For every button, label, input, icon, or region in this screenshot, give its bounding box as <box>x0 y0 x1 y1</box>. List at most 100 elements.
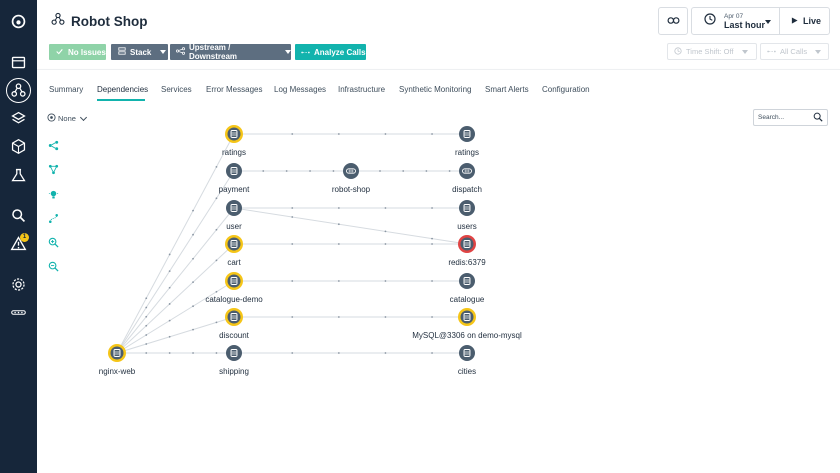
node-cities[interactable]: cities <box>458 345 476 376</box>
stack-label: Stack <box>130 47 152 57</box>
call-dot <box>379 170 381 172</box>
infrastructure-icon[interactable] <box>8 136 29 157</box>
node-label: nginx-web <box>99 367 136 376</box>
upstream-downstream-dropdown-button[interactable]: Upstream / Downstream <box>170 43 291 61</box>
call-dot <box>145 334 148 336</box>
call-dot <box>145 343 148 345</box>
time-range-text: Apr 07 Last hour <box>724 13 765 30</box>
call-dot <box>384 243 387 245</box>
chevron-down-icon <box>741 49 748 54</box>
tab-services[interactable]: Services <box>161 85 192 94</box>
call-dot <box>431 243 433 245</box>
node-label: user <box>226 222 242 231</box>
highlight-lightbulb-icon[interactable] <box>47 188 60 201</box>
call-dot <box>384 207 387 209</box>
tab-dependencies[interactable]: Dependencies <box>97 85 148 94</box>
time-range-picker[interactable]: Apr 07 Last hour <box>691 7 780 35</box>
call-dot <box>384 352 387 354</box>
node-ratings-svc[interactable]: ratings <box>222 125 246 157</box>
play-icon <box>791 16 798 26</box>
no-issues-button[interactable]: No Issues <box>49 44 106 60</box>
stack-dropdown-button[interactable]: Stack <box>111 44 168 60</box>
call-dot <box>285 170 288 172</box>
analyze-calls-button[interactable]: Analyze Calls <box>295 44 366 60</box>
all-calls-button[interactable]: All Calls <box>760 43 829 60</box>
dependency-graph[interactable]: ratings ratings payment robot-shop dispatch u… <box>37 101 840 473</box>
synthetics-icon[interactable] <box>8 165 29 186</box>
node-shipping[interactable]: shipping <box>219 345 249 376</box>
call-dot <box>215 352 218 354</box>
time-shift-label: Time Shift: Off <box>686 47 734 56</box>
nodes-layer: ratings ratings payment robot-shop dispatch u… <box>99 125 522 376</box>
route-path-icon[interactable] <box>47 212 60 225</box>
stack-icon <box>118 47 126 57</box>
node-circle <box>226 200 242 216</box>
dependency-flow-icon <box>176 47 185 57</box>
call-dot <box>192 281 194 284</box>
call-dot <box>337 223 340 226</box>
node-label: robot-shop <box>332 185 371 194</box>
time-shift-button[interactable]: Time Shift: Off <box>667 43 757 60</box>
grouping-dropdown[interactable]: None <box>47 113 87 124</box>
tab-error-messages[interactable]: Error Messages <box>206 85 262 94</box>
node-users[interactable]: users <box>457 200 477 231</box>
node-mysql[interactable]: MySQL@3306 on demo-mysql <box>412 308 522 340</box>
node-label: redis:6379 <box>448 258 486 267</box>
tab-bar: Summary Dependencies Services Error Mess… <box>37 69 840 101</box>
websites-icon[interactable] <box>8 52 29 73</box>
call-dot <box>337 243 340 245</box>
node-payment[interactable]: payment <box>219 163 250 194</box>
clock-icon <box>674 46 682 57</box>
call-dot <box>192 233 194 236</box>
layout-force-icon[interactable] <box>47 163 60 176</box>
node-catalogue[interactable]: catalogue <box>450 273 485 304</box>
node-circle <box>226 345 242 361</box>
tab-infrastructure[interactable]: Infrastructure <box>338 85 385 94</box>
platforms-icon[interactable] <box>8 108 29 129</box>
call-dot <box>215 165 218 168</box>
node-circle <box>227 274 241 288</box>
node-label: catalogue-demo <box>205 295 263 304</box>
node-dispatch[interactable]: dispatch <box>452 163 482 194</box>
node-circle <box>459 345 475 361</box>
call-dot <box>291 207 294 209</box>
call-dot <box>145 352 148 354</box>
node-label: shipping <box>219 367 249 376</box>
call-dot <box>337 316 340 318</box>
call-dot <box>309 170 311 172</box>
node-robot-shop[interactable]: robot-shop <box>332 163 371 194</box>
more-options-icon[interactable] <box>8 302 29 323</box>
tab-log-messages[interactable]: Log Messages <box>274 85 326 94</box>
alert-count-badge: 1 <box>20 233 29 242</box>
dependency-map[interactable]: ratings ratings payment robot-shop dispatch u… <box>37 101 840 473</box>
no-issues-label: No Issues <box>68 47 106 57</box>
call-dot <box>145 315 148 318</box>
node-label: payment <box>219 185 250 194</box>
call-dot <box>431 207 433 209</box>
zoom-out-icon[interactable] <box>47 260 60 273</box>
node-catalogue-demo[interactable]: catalogue-demo <box>205 272 263 304</box>
node-ratings-db[interactable]: ratings <box>455 126 479 157</box>
call-dot <box>168 270 171 272</box>
node-label: ratings <box>222 148 246 157</box>
clock-icon <box>704 12 716 30</box>
node-redis[interactable]: redis:6379 <box>448 235 486 267</box>
tab-summary[interactable]: Summary <box>49 85 83 94</box>
call-dot <box>215 321 218 324</box>
applications-icon[interactable] <box>6 78 31 103</box>
share-link-button[interactable] <box>658 7 688 35</box>
node-label: cities <box>458 367 476 376</box>
node-discount[interactable]: discount <box>219 308 250 340</box>
node-cart[interactable]: cart <box>225 235 243 267</box>
live-button[interactable]: Live <box>779 7 830 35</box>
analytics-search-icon[interactable] <box>8 205 29 226</box>
zoom-in-icon[interactable] <box>47 236 60 249</box>
tab-synthetic-monitoring[interactable]: Synthetic Monitoring <box>399 85 471 94</box>
map-search-input[interactable]: Search... <box>753 109 828 126</box>
settings-gear-icon[interactable] <box>8 274 29 295</box>
tab-configuration[interactable]: Configuration <box>542 85 590 94</box>
call-dot <box>168 352 171 354</box>
layout-tree-icon[interactable] <box>47 139 60 152</box>
instana-logo-icon[interactable] <box>8 11 29 32</box>
tab-smart-alerts[interactable]: Smart Alerts <box>485 85 529 94</box>
